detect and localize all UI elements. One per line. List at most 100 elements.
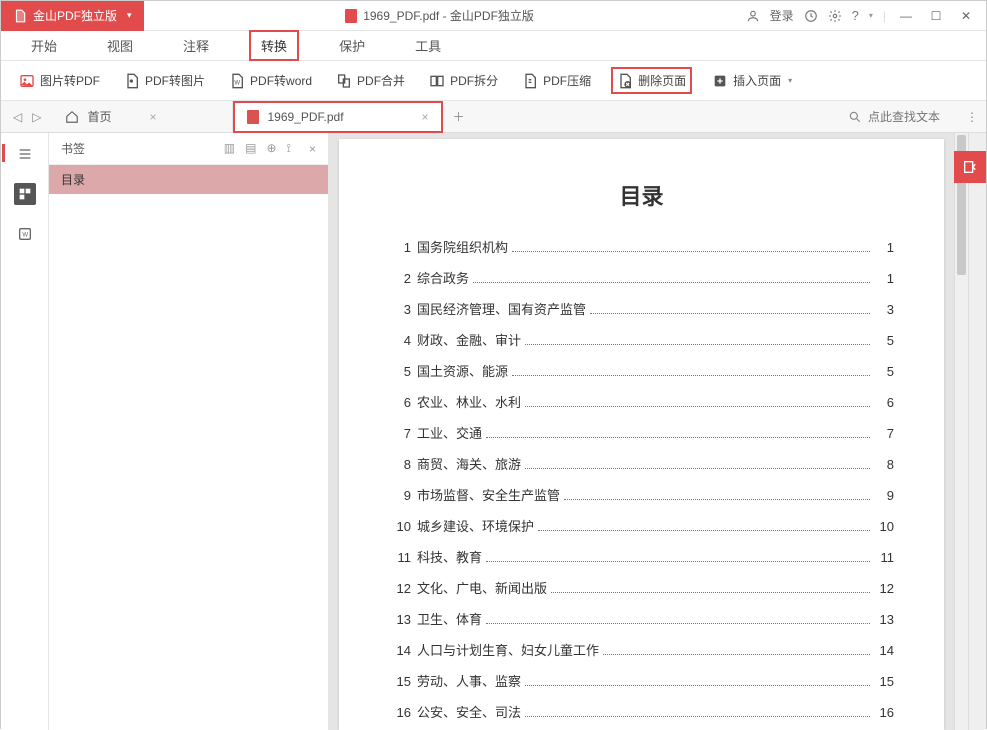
toc-leader (486, 623, 870, 624)
nav-back-icon[interactable]: ◁ (13, 110, 22, 124)
sidebar-outline-icon[interactable] (14, 143, 36, 165)
toc-title: 城乡建设、环境保护 (417, 516, 534, 535)
image-icon (19, 73, 35, 89)
tool-pdf-to-word[interactable]: W PDF转word (225, 69, 316, 92)
toc-row[interactable]: 4财政、金融、审计5 (389, 330, 894, 349)
tab-home-label: 首页 (87, 108, 111, 125)
toc-row[interactable]: 12文化、广电、新闻出版12 (389, 578, 894, 597)
toc-row[interactable]: 8商贸、海关、旅游8 (389, 454, 894, 473)
toc-row[interactable]: 1国务院组织机构1 (389, 237, 894, 256)
toc-title: 综合政务 (417, 268, 469, 287)
tool-pdf-compress[interactable]: PDF压缩 (518, 69, 595, 92)
tool-pdf-to-img[interactable]: PDF转图片 (120, 69, 209, 92)
bm-add-icon[interactable]: ⊕ (266, 141, 276, 156)
toc-row[interactable]: 5国土资源、能源5 (389, 361, 894, 380)
nav-forward-icon[interactable]: ▷ (32, 110, 41, 124)
toc-page: 9 (874, 488, 894, 503)
history-icon[interactable] (804, 9, 818, 23)
document-page: 目录 1国务院组织机构12综合政务13国民经济管理、国有资产监管34财政、金融、… (339, 139, 944, 730)
toc-row[interactable]: 3国民经济管理、国有资产监管3 (389, 299, 894, 318)
app-name: 金山PDF独立版 (33, 7, 117, 24)
toc-number: 5 (389, 364, 411, 379)
svg-text:W: W (22, 233, 28, 239)
toc-leader (525, 406, 870, 407)
workspace: W 书签 ▥ ▤ ⊕ ⟟ × 目录 目录 1国务院组织机构12综合政务13国民经… (1, 133, 986, 730)
close-button[interactable]: ✕ (956, 9, 976, 23)
menu-view[interactable]: 视图 (97, 32, 143, 59)
minimize-button[interactable]: — (896, 9, 916, 23)
tool-insert-page[interactable]: 插入页面 ▾ (708, 69, 796, 92)
search-input[interactable] (868, 110, 948, 124)
tool-pdf-split[interactable]: PDF拆分 (425, 69, 502, 92)
toc-title: 人口与计划生育、妇女儿童工作 (417, 640, 599, 659)
tool-img-to-pdf[interactable]: 图片转PDF (15, 69, 104, 92)
toc-leader (525, 468, 870, 469)
toc-leader (486, 561, 870, 562)
toc-number: 15 (389, 674, 411, 689)
menu-protect[interactable]: 保护 (329, 32, 375, 59)
toc-title: 工业、交通 (417, 423, 482, 442)
app-title[interactable]: 金山PDF独立版 ▾ (1, 1, 144, 31)
tab-home[interactable]: 首页 × (53, 101, 233, 133)
toc-row[interactable]: 6农业、林业、水利6 (389, 392, 894, 411)
maximize-button[interactable]: ☐ (926, 9, 946, 23)
toc-title: 市场监督、安全生产监管 (417, 485, 560, 504)
right-strip (968, 133, 986, 730)
sidebar-word-icon[interactable]: W (14, 223, 36, 245)
new-tab-button[interactable]: ＋ (443, 108, 475, 125)
user-icon[interactable] (746, 9, 760, 23)
pdf-file-icon (247, 110, 259, 124)
tab-file-label: 1969_PDF.pdf (267, 110, 343, 124)
menu-start[interactable]: 开始 (21, 32, 67, 59)
vertical-scrollbar[interactable] (954, 133, 968, 730)
tab-file-close[interactable]: × (422, 110, 429, 124)
toc-row[interactable]: 9市场监督、安全生产监管9 (389, 485, 894, 504)
toc-row[interactable]: 7工业、交通7 (389, 423, 894, 442)
search-icon (848, 110, 862, 124)
toc-page: 11 (874, 550, 894, 565)
tool-pdf-merge[interactable]: PDF合并 (332, 69, 409, 92)
menu-tools[interactable]: 工具 (405, 32, 451, 59)
toc-leader (525, 685, 870, 686)
bookmark-close-icon[interactable]: × (309, 142, 316, 156)
bm-bookmark-icon[interactable]: ⟟ (287, 141, 291, 156)
toc-row[interactable]: 14 人口与计划生育、妇女儿童工作 14 (389, 640, 894, 659)
toc-page: 7 (874, 426, 894, 441)
bm-action-2-icon[interactable]: ▤ (245, 141, 256, 156)
menu-annotate[interactable]: 注释 (173, 32, 219, 59)
toc-number: 16 (389, 705, 411, 720)
svg-text:W: W (234, 80, 240, 86)
delete-page-icon (617, 73, 633, 89)
login-link[interactable]: 登录 (770, 7, 794, 24)
toc-number: 14 (389, 643, 411, 658)
pdf-file-icon (345, 9, 357, 23)
toc-number: 8 (389, 457, 411, 472)
toc-row[interactable]: 10城乡建设、环境保护10 (389, 516, 894, 535)
collapse-panel-icon[interactable]: ⋮ (958, 110, 986, 124)
menu-convert[interactable]: 转换 (249, 30, 299, 61)
float-convert-icon[interactable] (954, 151, 986, 183)
toc-row[interactable]: 16公安、安全、司法16 (389, 702, 894, 721)
tab-home-close[interactable]: × (149, 110, 156, 124)
toc-row[interactable]: 2综合政务1 (389, 268, 894, 287)
toc-row[interactable]: 11科技、教育11 (389, 547, 894, 566)
toc-number: 3 (389, 302, 411, 317)
toc-page: 14 (874, 643, 894, 658)
toc-row[interactable]: 13卫生、体育13 (389, 609, 894, 628)
toc-page: 5 (874, 333, 894, 348)
help-icon[interactable]: ? (852, 8, 859, 23)
bookmark-item[interactable]: 目录 (49, 165, 328, 194)
sidebar-thumbnails-icon[interactable] (14, 183, 36, 205)
tool-delete-page[interactable]: 删除页面 (611, 67, 692, 94)
tab-file[interactable]: 1969_PDF.pdf × (233, 101, 442, 133)
search-area[interactable] (838, 110, 958, 124)
bm-action-1-icon[interactable]: ▥ (224, 141, 235, 156)
toc-title: 国土资源、能源 (417, 361, 508, 380)
app-dropdown-icon[interactable]: ▾ (127, 10, 132, 21)
chevron-down-icon: ▾ (788, 76, 792, 85)
settings-icon[interactable] (828, 9, 842, 23)
toc-leader (564, 499, 870, 500)
toc-row[interactable]: 15劳动、人事、监察15 (389, 671, 894, 690)
toc-title: 科技、教育 (417, 547, 482, 566)
compress-icon (522, 73, 538, 89)
